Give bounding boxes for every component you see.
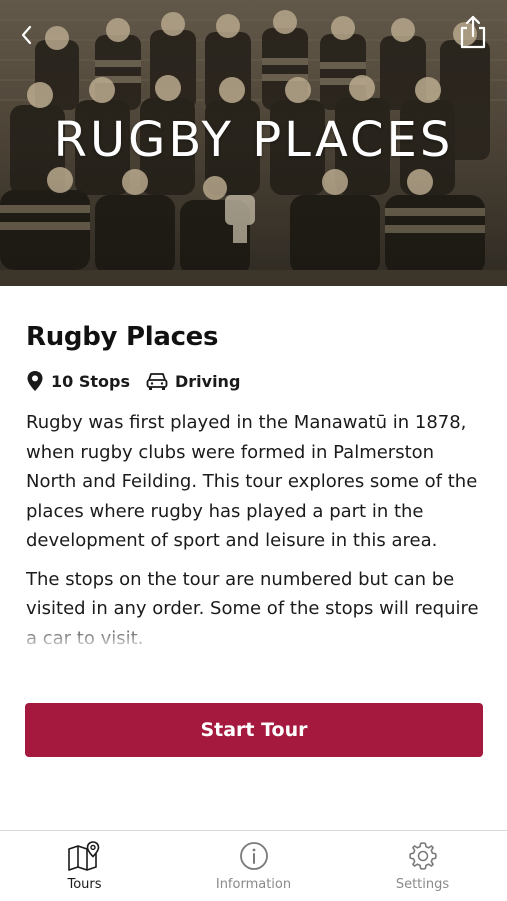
location-pin-icon [27, 371, 43, 391]
tour-meta: 10 Stops Driving [26, 370, 484, 392]
car-icon [146, 373, 168, 390]
tour-description: Rugby was first played in the Manawatū i… [26, 408, 484, 648]
bottom-tab-bar: Tours Information Settings [0, 830, 507, 901]
share-icon [460, 15, 486, 49]
tab-label: Tours [67, 877, 102, 892]
tab-label: Information [215, 877, 292, 892]
gear-icon [408, 842, 437, 870]
stops-info: 10 Stops [26, 370, 130, 392]
map-pin-icon [67, 841, 99, 871]
description-paragraph: Rugby was first played in the Manawatū i… [26, 412, 478, 551]
chevron-left-icon [21, 25, 32, 45]
tab-tours[interactable]: Tours [0, 831, 169, 901]
start-tour-button[interactable]: Start Tour [25, 703, 483, 757]
hero-banner: RUGBY PLACES [0, 0, 507, 286]
info-icon [239, 842, 268, 870]
transport-mode: Driving [174, 371, 241, 391]
share-button[interactable] [453, 12, 493, 52]
stops-count: 10 Stops [51, 371, 130, 391]
back-button[interactable] [10, 18, 44, 52]
transport-info: Driving [146, 371, 240, 391]
tour-title: Rugby Places [26, 322, 219, 352]
tour-details: Rugby Places 10 Stops Driving Rugby was … [26, 322, 484, 648]
hero-title: RUGBY PLACES [53, 112, 454, 168]
description-scroll[interactable]: Rugby was first played in the Manawatū i… [26, 408, 484, 648]
tab-settings[interactable]: Settings [338, 831, 507, 901]
tab-label: Settings [395, 877, 450, 892]
tab-information[interactable]: Information [169, 831, 338, 901]
fade-overlay [26, 620, 484, 648]
